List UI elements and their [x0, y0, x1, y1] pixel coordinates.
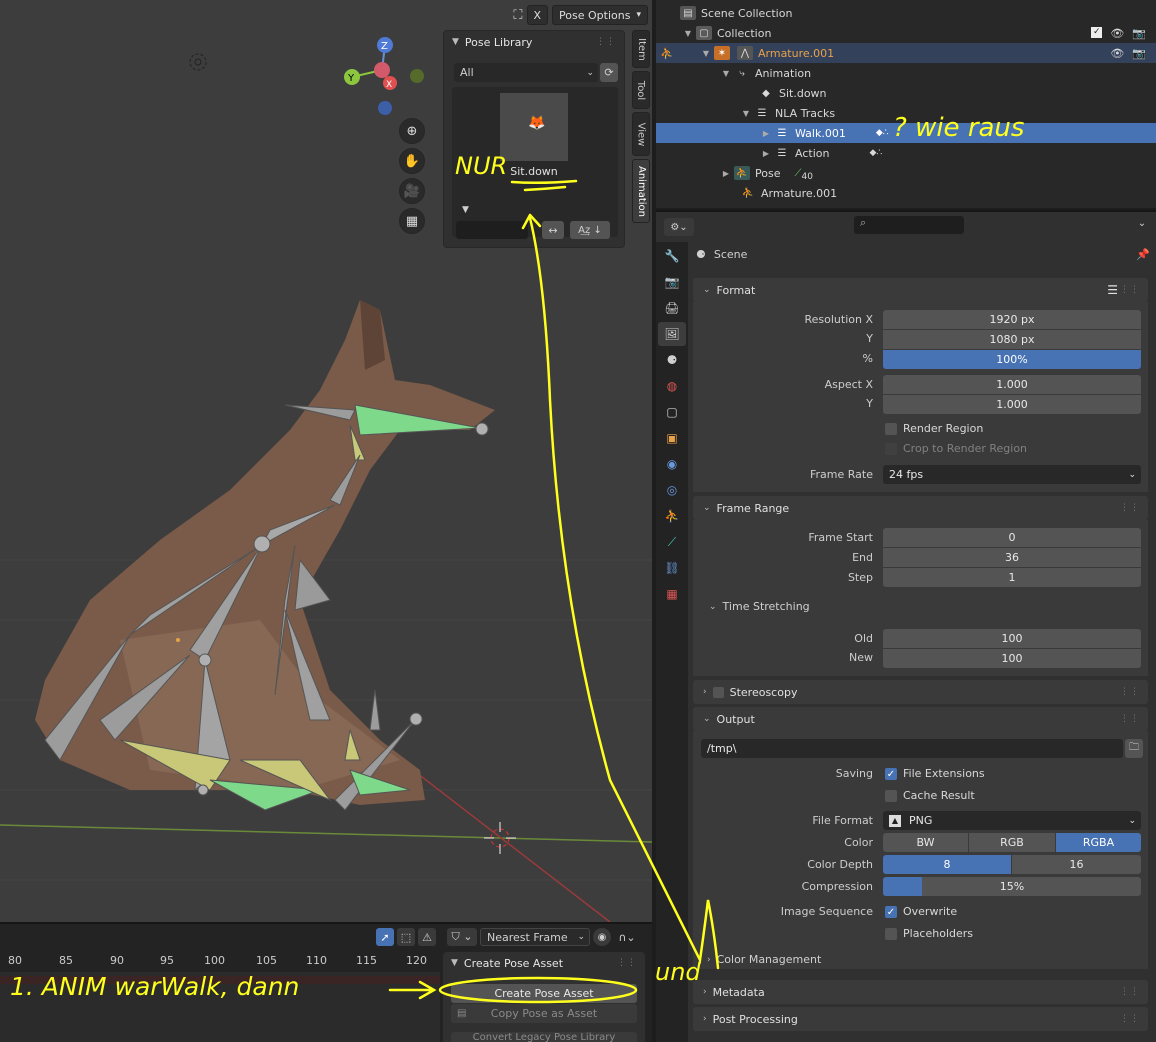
annotation-overlay	[388, 179, 720, 1004]
annotation-anim: 1. ANIM warWalk, dann	[10, 972, 300, 1001]
underline-stroke	[523, 185, 567, 192]
arrow-stroke	[528, 216, 720, 970]
annotation-nur: NUR	[455, 152, 508, 180]
highlight-ellipse	[438, 976, 638, 1004]
underline-stroke	[510, 179, 578, 185]
arrow-stroke	[388, 980, 437, 1000]
annotation-und: und	[655, 958, 701, 986]
annotation-wie-raus: ? wie raus	[893, 113, 1025, 143]
